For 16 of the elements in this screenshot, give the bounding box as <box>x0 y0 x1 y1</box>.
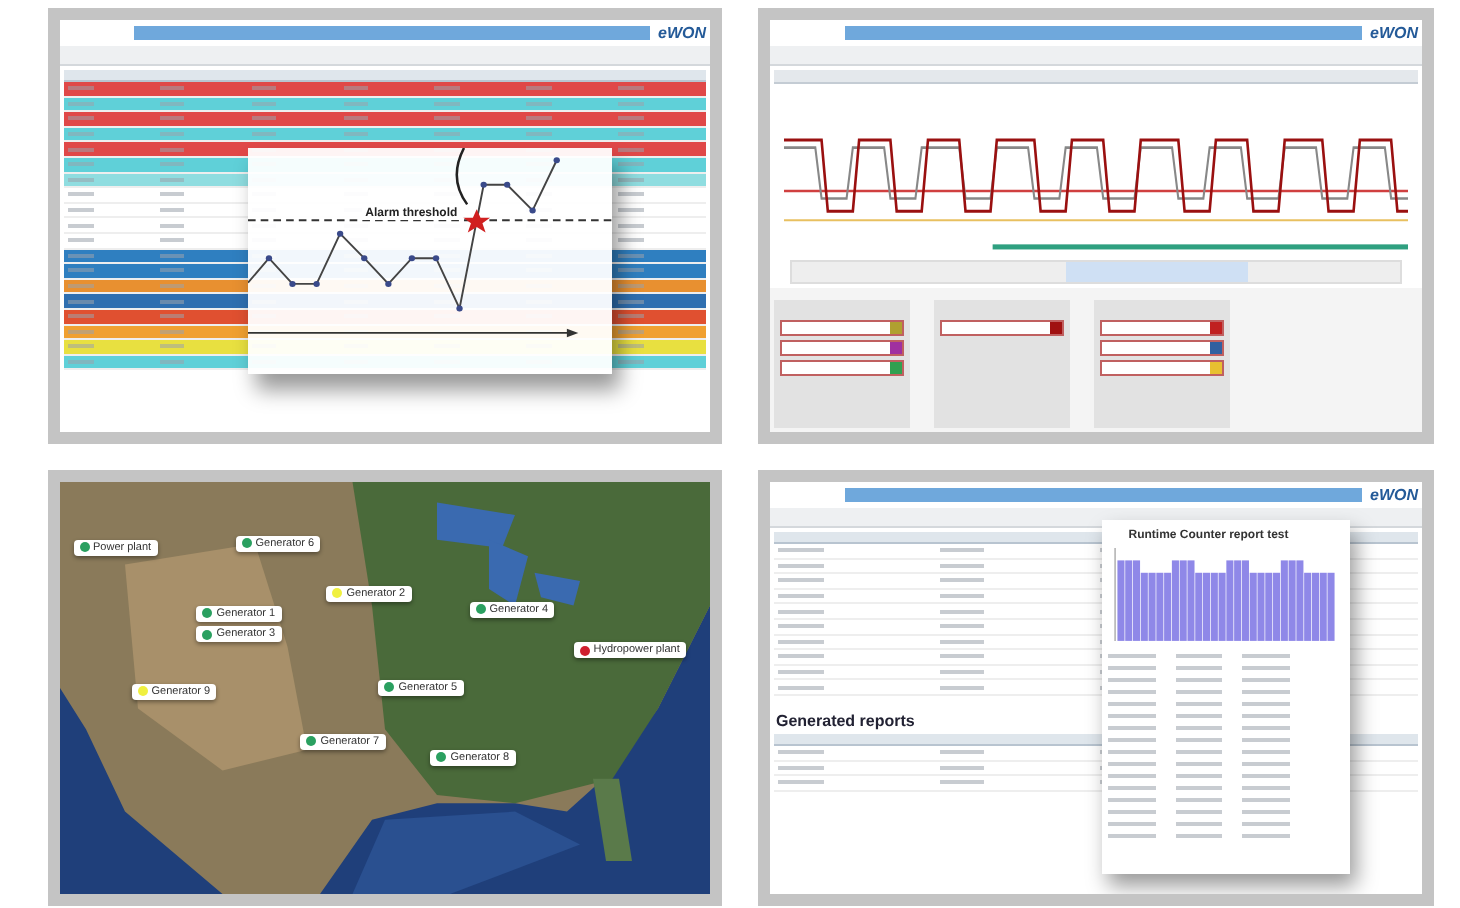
series-item[interactable] <box>1100 360 1224 376</box>
series-item[interactable] <box>780 360 904 376</box>
series-item[interactable] <box>940 320 1064 336</box>
series-item[interactable] <box>780 320 904 336</box>
axis-line <box>1115 547 1117 641</box>
logo: eWON <box>1370 24 1418 42</box>
series-item[interactable] <box>780 340 904 356</box>
table-row[interactable] <box>64 82 706 98</box>
star-icon <box>463 208 491 233</box>
logo: eWON <box>1370 486 1418 504</box>
table-row[interactable] <box>64 112 706 128</box>
logo: eWON <box>658 24 706 42</box>
section-heading: Generated reports <box>776 711 915 730</box>
series-item[interactable] <box>1100 340 1224 356</box>
series-item[interactable] <box>1100 320 1224 336</box>
curve-line <box>456 147 469 205</box>
